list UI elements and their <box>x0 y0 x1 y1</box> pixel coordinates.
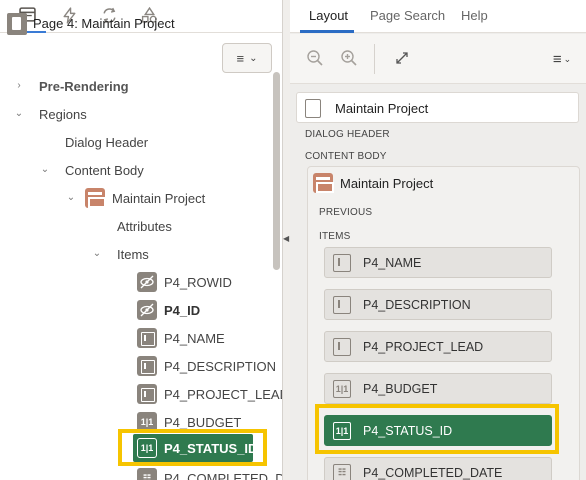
expand-button[interactable] <box>391 48 413 70</box>
chevron-down-icon: ⌄ <box>563 53 572 64</box>
region-icon <box>85 188 106 208</box>
layout-item-p4-budget[interactable]: 1|1 P4_BUDGET <box>324 373 552 404</box>
highlight-box <box>118 429 267 466</box>
toolbar-divider <box>374 44 375 74</box>
text-field-icon <box>333 295 351 314</box>
text-field-icon <box>333 337 351 356</box>
tree-item-p4-project-lead[interactable]: P4_PROJECT_LEAD <box>137 380 284 408</box>
zoom-out-icon <box>306 49 324 70</box>
tree-item-p4-name[interactable]: P4_NAME <box>137 324 225 352</box>
tree-node-items[interactable]: ⌄ Items <box>0 240 149 268</box>
tab-layout[interactable]: Layout <box>309 8 348 23</box>
tree-node-dialog-header[interactable]: Dialog Header <box>65 128 148 156</box>
layout-item-p4-completed-date[interactable]: ☷ P4_COMPLETED_DATE <box>324 457 552 480</box>
layout-item-p4-name[interactable]: P4_NAME <box>324 247 552 278</box>
active-tab-indicator <box>300 30 354 33</box>
text-field-icon <box>333 253 351 272</box>
collapse-left-icon[interactable]: ◀ <box>283 234 289 243</box>
layout-item-label: P4_DESCRIPTION <box>363 297 471 312</box>
region-header: Maintain Project <box>313 170 433 196</box>
layout-menu-button[interactable]: ≡ ⌄ <box>547 48 577 70</box>
layout-item-p4-project-lead[interactable]: P4_PROJECT_LEAD <box>324 331 552 362</box>
dialog-header-label: DIALOG HEADER <box>305 129 390 140</box>
tree-item-label: P4_PROJECT_LEAD <box>164 386 284 402</box>
tree-item-p4-description[interactable]: P4_DESCRIPTION <box>137 352 276 380</box>
tree-node-label: Regions <box>39 106 87 122</box>
tree-item-p4-completed-date[interactable]: ☷ P4_COMPLETED_D <box>137 464 284 480</box>
content-body-label: CONTENT BODY <box>305 151 387 162</box>
chevron-down-icon: ⌄ <box>40 164 50 175</box>
tree-node-label: Attributes <box>117 218 172 234</box>
tree-node-label: Pre-Rendering <box>39 78 129 94</box>
region-title: Maintain Project <box>340 175 434 191</box>
layout-tabs: Layout Page Search Help <box>290 0 586 33</box>
tree-scrollbar[interactable] <box>273 72 280 270</box>
zoom-in-icon <box>340 49 358 70</box>
tree-menu-button[interactable]: ≡ ⌄ <box>222 43 272 73</box>
tab-help[interactable]: Help <box>461 8 488 23</box>
layout-item-p4-description[interactable]: P4_DESCRIPTION <box>324 289 552 320</box>
chevron-down-icon: ⌄ <box>249 52 258 64</box>
canvas-page-header[interactable]: Maintain Project <box>296 92 579 123</box>
layout-item-label: P4_BUDGET <box>363 381 438 396</box>
tree-item-label: P4_ID <box>164 302 201 318</box>
chevron-right-icon: › <box>17 80 21 91</box>
tree-node-label: Content Body <box>65 162 144 178</box>
tree-item-label: P4_ROWID <box>164 274 232 290</box>
text-field-icon <box>137 328 157 348</box>
tree-node-label: Dialog Header <box>65 134 149 150</box>
highlight-box <box>315 404 559 454</box>
hidden-item-icon <box>137 300 157 320</box>
tree-item-p4-id[interactable]: P4_ID <box>137 296 200 324</box>
canvas-page-title: Maintain Project <box>335 101 429 116</box>
tree-pane: Page 4: Maintain Project › Pre-Rendering… <box>0 0 284 480</box>
tree-node-region-maintain-project[interactable]: ⌄ Maintain Project <box>0 184 205 212</box>
chevron-down-icon: ⌄ <box>92 248 102 259</box>
zoom-in-button[interactable] <box>338 48 360 70</box>
tree-item-label: P4_NAME <box>164 330 225 346</box>
tab-page-search[interactable]: Page Search <box>370 8 445 23</box>
layout-toolbar: ≡ ⌄ <box>290 34 586 84</box>
tree-node-regions[interactable]: ⌄ Regions <box>0 100 87 128</box>
layout-item-label: P4_NAME <box>363 255 422 270</box>
items-label: ITEMS <box>319 231 351 242</box>
tree-item-label: P4_COMPLETED_D <box>164 470 284 480</box>
hamburger-icon: ≡ <box>236 50 245 66</box>
previous-label: PREVIOUS <box>319 207 373 218</box>
tree-node-label: Items <box>117 246 149 262</box>
tree-item-p4-rowid[interactable]: P4_ROWID <box>137 268 232 296</box>
layout-item-label: P4_COMPLETED_DATE <box>363 465 503 480</box>
region-icon <box>313 173 334 193</box>
text-field-icon <box>137 384 157 404</box>
chevron-down-icon: ⌄ <box>14 108 24 119</box>
layout-item-label: P4_PROJECT_LEAD <box>363 339 484 354</box>
zoom-out-button[interactable] <box>304 48 326 70</box>
page-title: Page 4: Maintain Project <box>33 16 175 31</box>
tree-item-label: P4_DESCRIPTION <box>164 358 276 374</box>
tree-node-content-body[interactable]: ⌄ Content Body <box>0 156 144 184</box>
tree-node-pre-rendering[interactable]: › Pre-Rendering <box>0 72 129 100</box>
tree-node-attributes[interactable]: Attributes <box>117 212 172 240</box>
date-field-icon: ☷ <box>333 463 351 480</box>
text-field-icon <box>137 356 157 376</box>
date-field-icon: ☷ <box>137 468 157 480</box>
hidden-item-icon <box>137 272 157 292</box>
tree-item-label: P4_BUDGET <box>164 414 242 430</box>
page-icon <box>7 13 27 35</box>
tree-node-label: Maintain Project <box>112 190 206 206</box>
number-field-icon: 1|1 <box>333 379 351 398</box>
document-icon <box>305 99 321 118</box>
chevron-down-icon: ⌄ <box>66 192 76 203</box>
hamburger-icon: ≡ <box>552 50 562 68</box>
expand-icon <box>394 50 410 69</box>
